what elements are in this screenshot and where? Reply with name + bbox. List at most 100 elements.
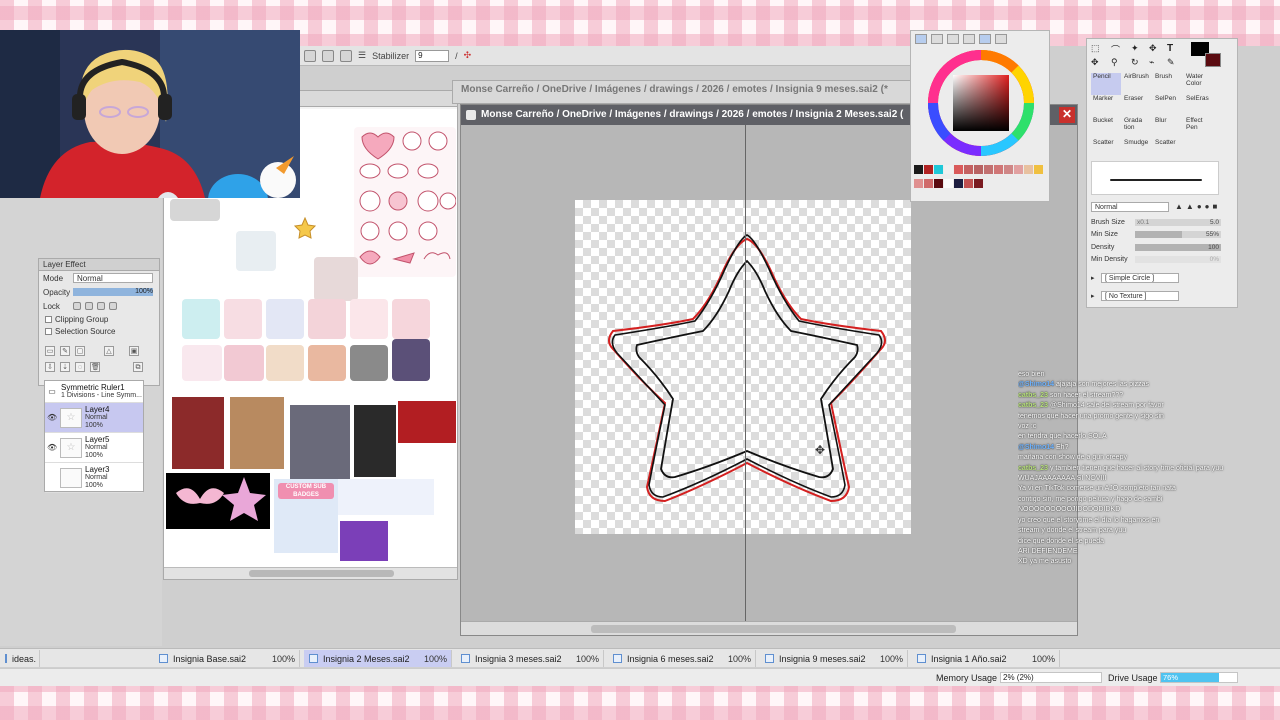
- document-tab[interactable]: Insignia Base.sai2 100%: [154, 650, 300, 667]
- rgb-slider-tab[interactable]: [931, 34, 943, 44]
- pen-icon[interactable]: ✎: [1167, 57, 1175, 68]
- tool-grada-tion[interactable]: Grada tion: [1122, 117, 1152, 139]
- color-swatch[interactable]: [914, 165, 923, 174]
- magic-wand-icon[interactable]: ✦: [1131, 43, 1139, 54]
- chat-username[interactable]: @Shimo14: [1018, 444, 1054, 451]
- lasso-tool-icon[interactable]: ⌒: [1111, 43, 1120, 56]
- tool-seleras[interactable]: SelEras: [1184, 95, 1214, 117]
- tool-brush[interactable]: Brush: [1153, 73, 1183, 95]
- hsv-slider-tab[interactable]: [947, 34, 959, 44]
- stabilizer-select[interactable]: 9: [415, 49, 450, 62]
- deselect-button[interactable]: [340, 49, 352, 62]
- layer-options-icon[interactable]: ⧉: [133, 362, 143, 372]
- min-density-slider[interactable]: 0%: [1135, 256, 1221, 263]
- density-slider[interactable]: 100: [1135, 244, 1221, 251]
- new-folder-icon[interactable]: ▢: [75, 346, 85, 356]
- color-swatch[interactable]: [934, 165, 943, 174]
- opacity-slider[interactable]: 100%: [73, 288, 153, 296]
- hand-tool-icon[interactable]: ✥: [1091, 57, 1099, 68]
- delete-layer-icon[interactable]: 🗑: [90, 362, 100, 372]
- color-swatch[interactable]: [1034, 165, 1043, 174]
- eyedropper-icon[interactable]: ⌁: [1149, 57, 1154, 68]
- color-swatch[interactable]: [994, 165, 1003, 174]
- color-swatch[interactable]: [1004, 165, 1013, 174]
- brush-shape-select[interactable]: [ Simple Circle ]: [1101, 272, 1179, 283]
- tool-scatter[interactable]: Scatter: [1091, 139, 1121, 161]
- scatter-icon[interactable]: ✣: [464, 50, 472, 61]
- merge-down-icon[interactable]: ⇩: [45, 362, 55, 372]
- color-swatch[interactable]: [1014, 165, 1023, 174]
- brush-size-slider[interactable]: x0.1 5.0: [1135, 219, 1221, 226]
- chat-username[interactable]: catbs_23: [1018, 402, 1048, 409]
- tool-airbrush[interactable]: AirBrush: [1122, 73, 1152, 95]
- new-layer-icon[interactable]: ▭: [45, 346, 55, 356]
- eye-icon[interactable]: 👁: [47, 443, 57, 452]
- layer-item-layer5[interactable]: 👁 ☆ Layer5 Normal 100%: [45, 433, 143, 463]
- clipping-group-checkbox[interactable]: Clipping Group: [39, 313, 159, 325]
- min-size-slider[interactable]: 55%: [1135, 231, 1221, 238]
- select-tool-icon[interactable]: ⬚: [1091, 43, 1100, 54]
- line-tool-icon[interactable]: /: [455, 51, 458, 61]
- lock-all-icon[interactable]: [109, 302, 117, 310]
- lock-paint-icon[interactable]: [85, 302, 93, 310]
- color-wheel-tab[interactable]: [915, 34, 927, 44]
- secondary-color-swatch[interactable]: [1205, 53, 1221, 67]
- document-tab[interactable]: Insignia 9 meses.sai2 100%: [760, 650, 908, 667]
- color-swatch[interactable]: [914, 179, 923, 188]
- color-swatch[interactable]: [944, 179, 953, 188]
- back-window-title[interactable]: Monse Carreño / OneDrive / Imágenes / dr…: [452, 80, 912, 104]
- clear-layer-icon[interactable]: ◌: [75, 362, 85, 372]
- color-swatch[interactable]: [954, 179, 963, 188]
- color-swatch[interactable]: [924, 179, 933, 188]
- selection-source-checkbox[interactable]: Selection Source: [39, 325, 159, 337]
- expand-texture-icon[interactable]: ▸: [1091, 292, 1101, 300]
- swatches-tab[interactable]: [979, 34, 991, 44]
- tool-selpen[interactable]: SelPen: [1153, 95, 1183, 117]
- ideas-horizontal-scrollbar[interactable]: [164, 567, 457, 579]
- mask-icon[interactable]: △: [104, 346, 114, 356]
- tool-bucket[interactable]: Bucket: [1091, 117, 1121, 139]
- lock-move-icon[interactable]: [97, 302, 105, 310]
- zoom-tool-icon[interactable]: ⚲: [1111, 57, 1118, 68]
- tool-smudge[interactable]: Smudge: [1122, 139, 1152, 161]
- color-swatch[interactable]: [954, 165, 963, 174]
- chat-username[interactable]: catbs_23: [1018, 465, 1048, 472]
- lock-transparency-icon[interactable]: [73, 302, 81, 310]
- document-tab[interactable]: Insignia 1 Año.sai2 100%: [912, 650, 1060, 667]
- document-tab[interactable]: Insignia 6 meses.sai2 100%: [608, 650, 756, 667]
- color-swatch[interactable]: [984, 165, 993, 174]
- document-tab[interactable]: ideas.: [0, 650, 40, 667]
- symmetry-ruler-line[interactable]: [745, 125, 746, 621]
- eye-icon[interactable]: 👁: [47, 413, 57, 422]
- tool-pencil[interactable]: Pencil: [1091, 73, 1121, 95]
- color-swatch[interactable]: [964, 165, 973, 174]
- transfer-down-icon[interactable]: ⇣: [60, 362, 70, 372]
- text-tool-icon[interactable]: T: [1167, 43, 1173, 54]
- layer-item-layer4[interactable]: 👁 ☆ Layer4 Normal 100%: [45, 403, 143, 433]
- brush-blend-mode-select[interactable]: Normal: [1091, 201, 1169, 212]
- chat-username[interactable]: catbs_23: [1018, 392, 1048, 399]
- move-tool-icon[interactable]: ✥: [1149, 43, 1157, 54]
- color-bars-tab[interactable]: [963, 34, 975, 44]
- tool-effect-pen[interactable]: Effect Pen: [1184, 117, 1214, 139]
- blend-mode-select[interactable]: Normal: [73, 273, 153, 283]
- rotate-tool-icon[interactable]: ↻: [1131, 57, 1139, 68]
- new-linework-icon[interactable]: ✎: [60, 346, 70, 356]
- tool-scatter[interactable]: Scatter: [1153, 139, 1183, 161]
- scratchpad-tab[interactable]: [995, 34, 1007, 44]
- color-swatch[interactable]: [944, 165, 953, 174]
- expand-shape-icon[interactable]: ▸: [1091, 274, 1101, 282]
- undo-button[interactable]: [304, 49, 316, 62]
- tool-blur[interactable]: Blur: [1153, 117, 1183, 139]
- document-tab[interactable]: Insignia 3 meses.sai2 100%: [456, 650, 604, 667]
- redo-button[interactable]: [322, 49, 334, 62]
- layer-item-layer3[interactable]: Layer3 Normal 100%: [45, 463, 143, 493]
- color-swatch[interactable]: [924, 165, 933, 174]
- brush-shape-icons[interactable]: ▲▲●●■: [1175, 202, 1220, 211]
- close-button[interactable]: ✕: [1059, 107, 1075, 123]
- tool-eraser[interactable]: Eraser: [1122, 95, 1152, 117]
- color-swatch[interactable]: [974, 165, 983, 174]
- layer-item-symmetric-ruler[interactable]: ▭ Symmetric Ruler1 1 Divisions - Line Sy…: [45, 381, 143, 403]
- color-swatch[interactable]: [934, 179, 943, 188]
- document-tab[interactable]: Insignia 2 Meses.sai2 100%: [304, 650, 452, 667]
